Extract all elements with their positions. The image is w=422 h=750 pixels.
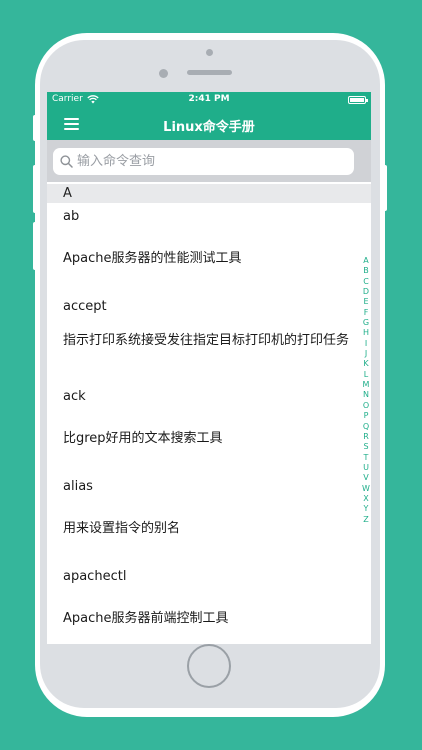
navigation-bar: Linux命令手册 (47, 108, 371, 140)
command-name[interactable]: alias (63, 479, 353, 495)
command-name[interactable]: ab (63, 209, 353, 225)
index-letter[interactable]: U (363, 463, 369, 473)
section-header: A (47, 184, 371, 203)
command-description[interactable]: 指示打印系统接受发往指定目标打印机的打印任务 (63, 333, 353, 349)
search-input[interactable] (77, 148, 347, 175)
index-letter[interactable]: G (363, 318, 369, 328)
status-bar: Carrier 2:41 PM (47, 92, 371, 108)
volume-button (33, 115, 37, 141)
volume-button (33, 165, 37, 213)
index-letter[interactable]: Q (363, 422, 369, 432)
search-field-container[interactable] (53, 148, 354, 175)
index-letter[interactable]: X (363, 494, 368, 504)
camera-icon (159, 69, 168, 78)
index-letter[interactable]: F (364, 308, 369, 318)
index-letter[interactable]: L (364, 370, 368, 380)
command-description[interactable]: Apache服务器的性能测试工具 (63, 251, 353, 267)
index-letter[interactable]: J (365, 349, 367, 359)
index-letter[interactable]: M (363, 380, 370, 390)
app-screen: Carrier 2:41 PM Linux命令手册 A ab Apache服务器… (47, 92, 371, 644)
index-letter[interactable]: R (363, 432, 369, 442)
command-description[interactable]: Apache服务器前端控制工具 (63, 611, 353, 627)
index-letter[interactable]: N (363, 390, 369, 400)
index-letter[interactable]: K (363, 359, 368, 369)
index-letter[interactable]: T (364, 453, 369, 463)
command-name[interactable]: ack (63, 389, 353, 405)
index-letter[interactable]: S (363, 442, 368, 452)
command-name[interactable]: apachectl (63, 569, 353, 585)
search-icon (60, 155, 73, 168)
index-letter[interactable]: B (363, 266, 369, 276)
index-letter[interactable]: Z (363, 515, 368, 525)
index-letter[interactable]: A (363, 256, 368, 266)
index-letter[interactable]: Y (364, 504, 369, 514)
status-time: 2:41 PM (188, 94, 230, 104)
sensor-icon (206, 49, 213, 56)
command-name[interactable]: accept (63, 299, 353, 315)
page-title: Linux命令手册 (163, 120, 255, 135)
battery-icon (348, 96, 368, 104)
index-letter[interactable]: O (363, 401, 369, 411)
index-letter[interactable]: I (365, 339, 367, 349)
command-description[interactable]: 用来设置指令的别名 (63, 521, 353, 537)
volume-button (33, 222, 37, 270)
speaker-grille (187, 70, 232, 75)
index-letter[interactable]: W (362, 484, 370, 494)
index-letter[interactable]: D (363, 287, 369, 297)
index-letter[interactable]: H (363, 328, 369, 338)
search-bar (47, 140, 371, 182)
home-button[interactable] (187, 644, 231, 688)
power-button (383, 165, 387, 211)
alphabet-index[interactable]: ABCDEFGHIJKLMNOPQRSTUVWXYZ (359, 256, 371, 525)
index-letter[interactable]: E (363, 297, 368, 307)
command-description[interactable]: 比grep好用的文本搜索工具 (63, 431, 353, 447)
index-letter[interactable]: P (364, 411, 369, 421)
index-letter[interactable]: V (363, 473, 368, 483)
index-letter[interactable]: C (363, 277, 369, 287)
